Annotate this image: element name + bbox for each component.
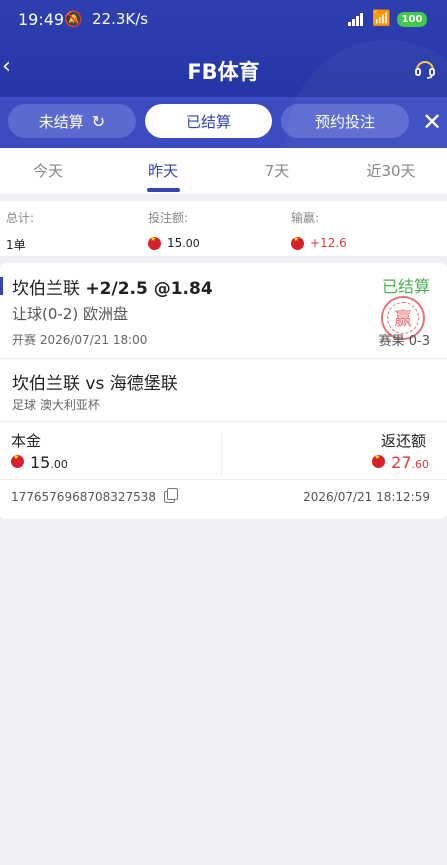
tab-unsettled[interactable]: 未结算 ↻: [8, 104, 136, 138]
status-segment-bar: 未结算 ↻ 已结算 预约投注 ✕: [0, 97, 447, 148]
summary-stake-label: 投注额:: [148, 211, 189, 225]
match-info: 足球 澳大利亚杯: [12, 396, 100, 413]
summary-winloss-label: 输赢:: [291, 211, 320, 225]
headset-icon[interactable]: [413, 57, 437, 81]
wifi-icon: 📶: [372, 9, 391, 27]
currency-flag-icon: [11, 453, 24, 468]
bet-market: 让球(0-2) 欧洲盘: [12, 305, 128, 323]
bet-team: 坎伯兰联: [12, 279, 80, 299]
tab-today[interactable]: 今天: [3, 160, 93, 181]
match-start-label: 开赛: [12, 333, 37, 347]
network-speed: 22.3K/s: [92, 10, 149, 28]
divider: [0, 479, 447, 480]
stake-label: 本金: [11, 432, 42, 450]
divider: [0, 421, 447, 422]
match-result-score: 0-3: [408, 334, 430, 349]
summary-total: 总计: 1单: [6, 209, 34, 253]
tab-unsettled-label: 未结算: [38, 112, 84, 131]
summary-stake: 投注额: 15.00: [148, 209, 200, 250]
currency-flag-icon: [291, 235, 304, 250]
page-title: FB体育: [187, 60, 260, 84]
match-start-time: 2026/07/21 18:00: [39, 333, 148, 347]
payout-int: 27: [391, 453, 412, 472]
tab-reserved-bets[interactable]: 预约投注: [281, 104, 409, 138]
battery-icon: 100: [397, 12, 427, 27]
active-tab-indicator: [147, 188, 180, 192]
order-id: 1776576968708327538: [11, 488, 179, 504]
match-start: 开赛 2026/07/21 18:00: [12, 331, 147, 348]
bet-selection: 坎伯兰联 +2/2.5 @1.84: [12, 274, 213, 299]
match-title: 坎伯兰联 vs 海德堡联: [12, 374, 178, 394]
tab-reserved-label: 预约投注: [314, 112, 375, 131]
date-tabs: 今天 昨天 7天 近30天: [0, 148, 447, 194]
tab-yesterday[interactable]: 昨天: [118, 160, 208, 181]
payout-label: 返还额: [380, 432, 426, 450]
tab-7days[interactable]: 7天: [232, 160, 322, 181]
signal-icon: [348, 12, 366, 26]
stake-int: 15: [30, 453, 51, 472]
summary-stake-int: 15: [167, 236, 183, 250]
copy-icon[interactable]: [164, 488, 179, 503]
summary-winloss-amount: +12.6: [310, 236, 347, 250]
bet-card[interactable]: 坎伯兰联 +2/2.5 @1.84 已结算 赢 让球(0-2) 欧洲盘 开赛 2…: [0, 263, 447, 519]
match-league: 澳大利亚杯: [39, 398, 100, 412]
stake-value: 15.00: [11, 453, 68, 472]
vertical-divider: [221, 433, 222, 475]
bet-status: 已结算: [381, 277, 430, 296]
tab-settled[interactable]: 已结算: [145, 104, 272, 138]
summary-stake-value: 15.00: [148, 235, 200, 250]
order-id-text: 1776576968708327538: [11, 490, 157, 504]
status-bar: 19:49 🔕 22.3K/s 📶 100: [0, 0, 447, 40]
currency-flag-icon: [372, 453, 386, 468]
payout-value: 27.60: [372, 453, 429, 472]
tab-settled-label: 已结算: [185, 112, 231, 131]
bet-odds: +2/2.5 @1.84: [85, 279, 213, 299]
order-time: 2026/07/21 18:12:59: [303, 490, 430, 504]
divider: [0, 358, 447, 359]
match-result: 赛果 0-3: [379, 330, 430, 349]
summary-winloss: 输赢: +12.6: [291, 209, 347, 250]
summary-winloss-value: +12.6: [291, 235, 347, 250]
status-time: 19:49: [18, 10, 65, 29]
card-accent-bar: [0, 277, 3, 295]
summary-panel: 总计: 1单 投注额: 15.00 输赢: +12.6: [0, 201, 447, 256]
close-icon[interactable]: ✕: [422, 108, 444, 136]
summary-total-label: 总计:: [6, 211, 35, 225]
summary-total-value: 1单: [6, 238, 26, 252]
stake-dec: .00: [50, 458, 68, 471]
match-sport: 足球: [12, 398, 37, 412]
header: 19:49 🔕 22.3K/s 📶 100 ‹ FB体育 未结算 ↻ 已结算 预…: [0, 0, 447, 148]
match-result-label: 赛果: [378, 334, 405, 349]
summary-stake-dec: .00: [182, 236, 200, 250]
bell-off-icon: 🔕: [64, 10, 83, 28]
refresh-icon[interactable]: ↻: [92, 112, 105, 131]
tab-30days[interactable]: 近30天: [346, 160, 436, 181]
payout-dec: .60: [411, 458, 430, 471]
currency-flag-icon: [148, 235, 161, 250]
